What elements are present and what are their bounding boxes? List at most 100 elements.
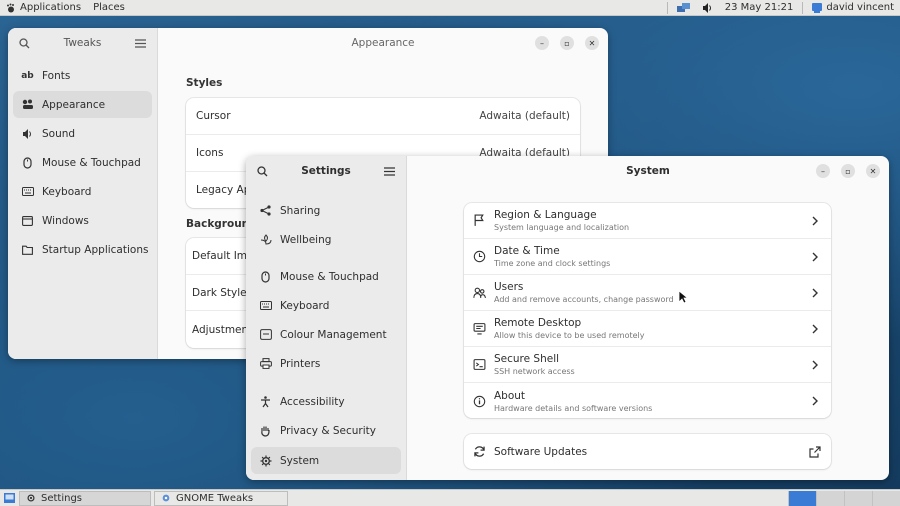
tweaks-page-title: Appearance (351, 37, 415, 49)
row-title: Date & Time (494, 245, 560, 257)
user-name: david vincent (826, 2, 894, 13)
places-menu[interactable]: Places (87, 0, 131, 16)
sidebar-item-label: Sound (42, 127, 76, 140)
settings-sidebar-item-privacy[interactable]: Privacy & Security (251, 417, 401, 444)
software-updates-row[interactable]: Software Updates (464, 434, 831, 469)
foot-icon (7, 3, 14, 12)
sidebar-item-label: Keyboard (42, 185, 92, 198)
row-subtitle: Hardware details and software versions (494, 403, 653, 413)
top-panel: Applications Places 23 May 21:21 david v… (0, 0, 900, 16)
network-icon[interactable] (671, 0, 696, 16)
maximize-button[interactable]: ▫ (560, 36, 574, 50)
minimize-button[interactable]: – (816, 164, 830, 178)
tweaks-sidebar-item-keyboard[interactable]: Keyboard (13, 178, 152, 205)
sidebar-item-label: Sharing (280, 204, 321, 217)
about-row[interactable]: About Hardware details and software versi… (464, 383, 831, 418)
printer-icon (259, 357, 272, 370)
chevron-right-icon (812, 252, 818, 261)
taskbar-label: Settings (41, 492, 83, 504)
keyboard-icon (259, 299, 272, 312)
row-subtitle: Add and remove accounts, change password (494, 295, 674, 304)
folder-icon (21, 243, 34, 256)
remote-desktop-row[interactable]: Remote Desktop Allow this device to be us… (464, 311, 831, 347)
row-title: Users (494, 281, 524, 293)
row-subtitle: Time zone and clock settings (494, 259, 611, 268)
panel-separator (802, 1, 804, 14)
workspace-3[interactable] (844, 490, 872, 506)
search-icon[interactable] (18, 37, 31, 50)
settings-sidebar-item-sharing[interactable]: Sharing (251, 197, 401, 224)
date-time-row[interactable]: Date & Time Time zone and clock settings (464, 239, 831, 275)
sidebar-item-label: Startup Applications (42, 243, 149, 256)
gear-icon (259, 454, 272, 467)
settings-sidebar-item-colour[interactable]: Colour Management (251, 321, 401, 348)
sidebar-item-label: Mouse & Touchpad (280, 270, 379, 283)
tweaks-sidebar-item-fonts[interactable]: ab Fonts (13, 62, 152, 89)
row-label: Adjustment (192, 323, 253, 336)
row-subtitle: Allow this device to be used remotely (494, 331, 645, 340)
settings-sidebar: Settings Sharing Wellbeing Mouse & Touch… (246, 156, 407, 480)
info-icon (473, 395, 486, 407)
settings-sidebar-title: Settings (301, 165, 351, 177)
sidebar-item-label: Printers (280, 357, 321, 370)
applications-menu[interactable]: Applications (0, 0, 87, 16)
tweaks-sidebar-item-startup[interactable]: Startup Applications (13, 236, 152, 263)
volume-icon[interactable] (696, 0, 719, 16)
share-icon (259, 204, 272, 217)
users-icon (473, 287, 486, 299)
font-icon: ab (21, 70, 34, 81)
row-subtitle: SSH network access (494, 367, 575, 376)
speaker-icon (21, 127, 34, 140)
settings-sidebar-item-accessibility[interactable]: Accessibility (251, 388, 401, 415)
sidebar-item-label: Wellbeing (280, 233, 332, 246)
secure-shell-row[interactable]: Secure Shell SSH network access (464, 347, 831, 383)
gear-icon (27, 494, 35, 502)
sidebar-item-label: System (280, 454, 320, 467)
tweaks-sidebar-item-mouse[interactable]: Mouse & Touchpad (13, 149, 152, 176)
minimize-button[interactable]: – (535, 36, 549, 50)
sidebar-item-label: Colour Management (280, 328, 387, 341)
taskbar-settings[interactable]: Settings (19, 490, 151, 506)
settings-sidebar-item-mouse[interactable]: Mouse & Touchpad (251, 263, 401, 290)
hamburger-menu-icon[interactable] (134, 37, 147, 50)
settings-sidebar-item-printers[interactable]: Printers (251, 350, 401, 377)
close-button[interactable]: ✕ (866, 164, 880, 178)
close-button[interactable]: ✕ (585, 36, 599, 50)
tweaks-sidebar-item-appearance[interactable]: Appearance (13, 91, 152, 118)
settings-window: Settings Sharing Wellbeing Mouse & Touch… (246, 156, 889, 480)
accessibility-icon (259, 395, 272, 408)
styles-section-title: Styles (186, 77, 223, 89)
tweaks-icon (162, 494, 170, 502)
maximize-button[interactable]: ▫ (841, 164, 855, 178)
users-row[interactable]: Users Add and remove accounts, change pas… (464, 275, 831, 311)
sidebar-item-label: Fonts (42, 69, 71, 82)
row-title: Secure Shell (494, 353, 560, 365)
cursor-row[interactable]: Cursor Adwaita (default) (186, 98, 580, 135)
hand-icon (259, 424, 272, 437)
settings-sidebar-item-system[interactable]: System (251, 447, 401, 474)
show-desktop-icon[interactable] (3, 492, 16, 505)
workspace-1[interactable] (788, 490, 816, 506)
bottom-panel: Settings GNOME Tweaks (0, 489, 900, 506)
settings-sidebar-item-wellbeing[interactable]: Wellbeing (251, 226, 401, 253)
terminal-icon (473, 359, 486, 370)
tweaks-sidebar-item-windows[interactable]: Windows (13, 207, 152, 234)
settings-sidebar-item-keyboard[interactable]: Keyboard (251, 292, 401, 319)
tweaks-sidebar: Tweaks ab Fonts Appearance Sound Mouse &… (8, 28, 158, 359)
hamburger-menu-icon[interactable] (383, 165, 396, 178)
region-language-row[interactable]: Region & Language System language and loc… (464, 203, 831, 239)
sidebar-item-label: Mouse & Touchpad (42, 156, 141, 169)
system-panels-card: Region & Language System language and loc… (464, 203, 831, 418)
row-title: About (494, 389, 526, 402)
row-value: Adwaita (default) (479, 110, 570, 122)
search-icon[interactable] (256, 165, 269, 178)
sidebar-item-label: Appearance (42, 98, 106, 111)
workspace-4[interactable] (872, 490, 900, 506)
clock-label[interactable]: 23 May 21:21 (719, 0, 800, 16)
tweaks-sidebar-item-sound[interactable]: Sound (13, 120, 152, 147)
user-menu[interactable]: david vincent (806, 0, 900, 16)
row-label: Icons (196, 147, 224, 159)
workspace-switcher (788, 490, 900, 506)
taskbar-gnome-tweaks[interactable]: GNOME Tweaks (154, 490, 288, 506)
workspace-2[interactable] (816, 490, 844, 506)
